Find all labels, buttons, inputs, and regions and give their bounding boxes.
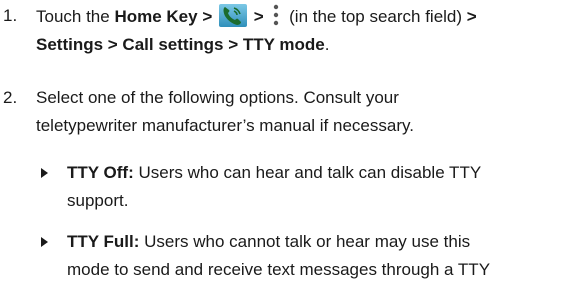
step-2-line-1: Select one of the following options. Con… [36, 88, 399, 107]
step-number: 1. [3, 6, 18, 25]
option-line-2: mode to send and receive text messages t… [67, 260, 491, 279]
option-description: Users who can hear and talk can disable … [138, 163, 482, 182]
separator-arrow-2: > [466, 7, 477, 26]
option-line-1: TTY Full: Users who cannot talk or hear … [67, 228, 567, 256]
option-line-2: support. [67, 191, 129, 210]
step-1-line-1: Touch the Home Key > > (in the top searc… [36, 2, 564, 31]
option-description: Users who cannot talk or hear may use th… [144, 232, 471, 251]
option-text: TTY Full: Users who cannot talk or hear … [67, 228, 567, 284]
option-term: TTY Off: [67, 163, 134, 182]
step-2-text: Select one of the following options. Con… [36, 84, 564, 140]
phone-app-icon [218, 4, 247, 27]
menu-dots-icon [274, 4, 279, 26]
step-1-period: . [324, 35, 330, 54]
option-line-1: TTY Off: Users who can hear and talk can… [67, 159, 567, 187]
step-1-text: Touch the Home Key > > (in the top searc… [36, 2, 564, 59]
step-2-line-2: teletypewriter manufacturer’s manual if … [36, 116, 414, 135]
step-1-line-2: Settings > Call settings > TTY mode. [36, 31, 564, 59]
separator-arrow: > [253, 7, 264, 26]
option-term: TTY Full: [67, 232, 140, 251]
search-field-note: (in the top search field) [289, 7, 463, 26]
settings-path: Settings > Call settings > TTY mode [36, 35, 325, 54]
option-text: TTY Off: Users who can hear and talk can… [67, 159, 567, 215]
triangle-bullet-icon [41, 168, 48, 178]
home-key-label: Home Key > [114, 7, 213, 26]
step-1-intro: Touch the [36, 7, 115, 26]
step-number: 2. [3, 88, 18, 107]
instruction-document: 1. Touch the Home Key > > (in the top se… [0, 0, 568, 285]
triangle-bullet-icon [41, 237, 48, 247]
